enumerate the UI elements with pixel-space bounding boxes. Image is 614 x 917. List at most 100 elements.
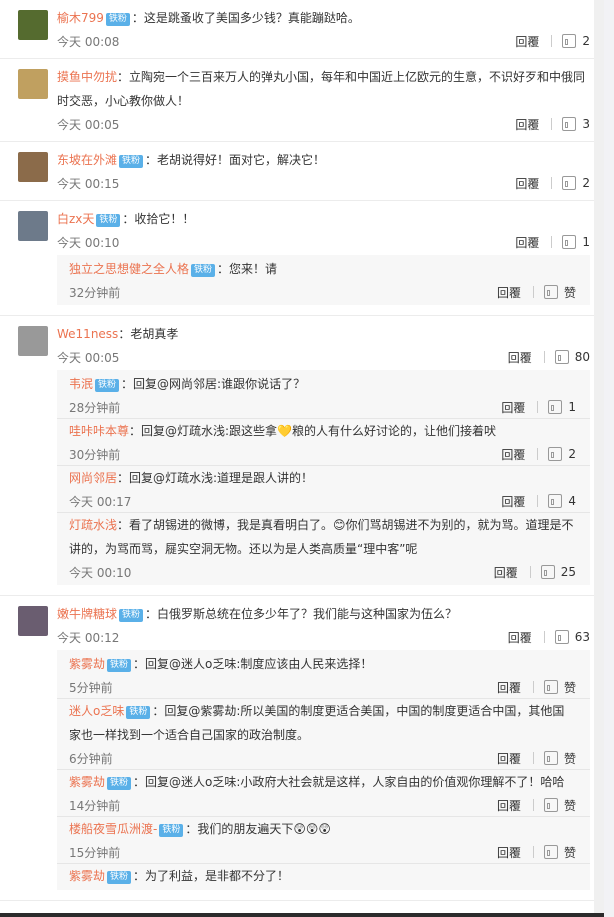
username-link[interactable]: 灯疏水浅 xyxy=(69,518,117,532)
username-link[interactable]: 哇咔咔本尊 xyxy=(69,424,129,438)
username-link[interactable]: 迷人o乏味 xyxy=(69,704,124,718)
timestamp: 今天 00:08 xyxy=(57,34,120,49)
reply-button[interactable]: 回覆 xyxy=(501,446,525,463)
username-link[interactable]: 白zx天 xyxy=(57,212,94,226)
timestamp: 今天 00:05 xyxy=(57,350,120,365)
reply-button[interactable]: 回覆 xyxy=(515,116,539,133)
fan-badge[interactable]: 铁粉 xyxy=(119,155,144,168)
reply-item: 紫雾劫 铁粉 ：回复@迷人o乏味:制度应该由人民来选择！ 5分钟前 回覆 赞 xyxy=(57,652,590,699)
like-button[interactable]: 赞 xyxy=(543,797,576,814)
reply-meta: 5分钟前 回覆 赞 xyxy=(69,676,576,698)
like-button[interactable]: 赞 xyxy=(543,844,576,861)
scrollbar[interactable] xyxy=(594,0,604,917)
reply-button[interactable]: 回覆 xyxy=(497,679,521,696)
reply-button[interactable]: 回覆 xyxy=(494,564,518,581)
thumbs-up-icon xyxy=(548,400,563,414)
avatar[interactable] xyxy=(18,326,48,356)
reply-body: ：为了利益，是非都不分了！ xyxy=(133,869,290,883)
reply-button[interactable]: 回覆 xyxy=(497,797,521,814)
reply-button[interactable]: 回覆 xyxy=(501,493,525,510)
timestamp: 今天 00:10 xyxy=(69,565,132,580)
reply-button[interactable]: 回覆 xyxy=(508,349,532,366)
reply-text: 楼船夜雪瓜洲渡- 铁粉 ：我们的朋友遍天下😲😲😲 xyxy=(69,817,576,841)
comment-item: 东坡在外滩 铁粉 ：老胡说得好！面对它，解决它！ 今天 00:15 回覆 2 xyxy=(0,142,604,201)
like-count: 4 xyxy=(568,494,576,508)
fan-badge[interactable]: 铁粉 xyxy=(95,379,120,392)
avatar[interactable] xyxy=(18,10,48,40)
username-link[interactable]: 楼船夜雪瓜洲渡- xyxy=(69,822,157,836)
avatar[interactable] xyxy=(18,152,48,182)
avatar[interactable] xyxy=(18,606,48,636)
fan-badge[interactable]: 铁粉 xyxy=(107,659,132,672)
username-link[interactable]: 嫩牛牌糖球 xyxy=(57,607,117,621)
like-button[interactable]: 63 xyxy=(554,630,590,644)
thumbs-up-icon xyxy=(562,176,577,190)
timestamp: 14分钟前 xyxy=(69,798,121,813)
reply-text: 紫雾劫 铁粉 ：为了利益，是非都不分了！ xyxy=(69,864,576,888)
reply-meta: 今天 00:17 回覆 4 xyxy=(69,490,576,512)
reply-body: ：看了胡锡进的微博，我是真看明白了。😊你们骂胡锡进不为别的，就为骂。道理是不讲的… xyxy=(69,518,574,556)
reply-button[interactable]: 回覆 xyxy=(515,234,539,251)
like-button[interactable]: 2 xyxy=(562,176,590,190)
reply-button[interactable]: 回覆 xyxy=(515,175,539,192)
fan-badge[interactable]: 铁粉 xyxy=(159,824,184,837)
fan-badge[interactable]: 铁粉 xyxy=(119,609,144,622)
like-button[interactable]: 赞 xyxy=(543,679,576,696)
like-button[interactable]: 2 xyxy=(548,447,576,461)
username-link[interactable]: 网尚邻居 xyxy=(69,471,117,485)
thumbs-up-icon xyxy=(548,447,563,461)
username-link[interactable]: 紫雾劫 xyxy=(69,775,105,789)
username-link[interactable]: 摸鱼中勿扰 xyxy=(57,70,117,84)
reply-item: 网尚邻居：回复@灯疏水浅:道理是跟人讲的！ 今天 00:17 回覆 4 xyxy=(57,466,590,513)
comment-item: 榆木799 铁粉 ：这是跳蚤收了美国多少钱？真能蹦跶哈。 今天 00:08 回覆 2 xyxy=(0,0,604,59)
fan-badge[interactable]: 铁粉 xyxy=(191,264,216,277)
username-link[interactable]: 紫雾劫 xyxy=(69,869,105,883)
like-count: 2 xyxy=(582,34,590,48)
like-button[interactable]: 80 xyxy=(554,350,590,364)
reply-meta: 15分钟前 回覆 赞 xyxy=(69,841,576,863)
reply-button[interactable]: 回覆 xyxy=(497,284,521,301)
fan-badge[interactable]: 铁粉 xyxy=(105,13,130,26)
reply-item: 哇咔咔本尊：回复@灯疏水浅:跟这些拿💛粮的人有什么好讨论的，让他们接着吠 30分钟… xyxy=(57,419,590,466)
fan-badge[interactable]: 铁粉 xyxy=(107,777,132,790)
fan-badge[interactable]: 铁粉 xyxy=(126,706,151,719)
username-link[interactable]: We11ness xyxy=(57,327,118,341)
avatar[interactable] xyxy=(18,69,48,99)
reply-item: 灯疏水浅：看了胡锡进的微博，我是真看明白了。😊你们骂胡锡进不为别的，就为骂。道理… xyxy=(57,513,590,583)
like-button[interactable]: 赞 xyxy=(543,750,576,767)
like-count: 25 xyxy=(560,565,576,579)
reply-button[interactable]: 回覆 xyxy=(497,750,521,767)
reply-meta: 32分钟前 回覆 赞 xyxy=(69,281,576,303)
username-link[interactable]: 东坡在外滩 xyxy=(57,153,117,167)
divider xyxy=(537,401,539,413)
comment-meta: 今天 00:10 回覆 1 xyxy=(57,231,604,253)
reply-button[interactable]: 回覆 xyxy=(497,844,521,861)
divider xyxy=(532,286,534,298)
like-count: 3 xyxy=(582,117,590,131)
fan-badge[interactable]: 铁粉 xyxy=(96,214,121,227)
reply-button[interactable]: 回覆 xyxy=(515,33,539,50)
reply-button[interactable]: 回覆 xyxy=(501,399,525,416)
avatar[interactable] xyxy=(18,211,48,241)
timestamp: 15分钟前 xyxy=(69,845,121,860)
like-button[interactable]: 25 xyxy=(540,565,576,579)
fan-badge[interactable]: 铁粉 xyxy=(107,871,132,884)
username-link[interactable]: 紫雾劫 xyxy=(69,657,105,671)
reply-text: 独立之思想健之全人格 铁粉 ：您来！请 xyxy=(69,257,576,281)
like-button[interactable]: 1 xyxy=(548,400,576,414)
like-button[interactable]: 2 xyxy=(562,34,590,48)
like-button[interactable]: 3 xyxy=(562,117,590,131)
taskbar-edge xyxy=(0,913,604,917)
like-count: 80 xyxy=(574,350,590,364)
divider xyxy=(543,631,545,643)
like-button[interactable]: 赞 xyxy=(543,284,576,301)
comment-item: 摸鱼中勿扰：立陶宛一个三百来万人的弹丸小国，每年和中国近上亿欧元的生意，不识好歹… xyxy=(0,59,604,142)
like-button[interactable]: 4 xyxy=(548,494,576,508)
username-link[interactable]: 独立之思想健之全人格 xyxy=(69,262,189,276)
comment-meta: 今天 00:12 回覆 63 xyxy=(57,626,604,648)
comment-meta: 今天 00:05 回覆 80 xyxy=(57,346,604,368)
username-link[interactable]: 韦泯 xyxy=(69,377,93,391)
username-link[interactable]: 榆木799 xyxy=(57,11,104,25)
like-button[interactable]: 1 xyxy=(562,235,590,249)
reply-button[interactable]: 回覆 xyxy=(508,629,532,646)
